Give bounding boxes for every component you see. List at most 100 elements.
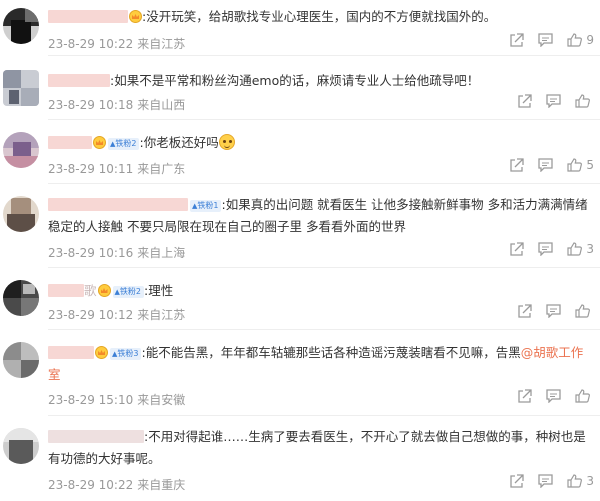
username-tail: 歌 bbox=[84, 283, 97, 298]
comment-text: :如果不是平常和粉丝沟通emo的话，麻烦请专业人士给他疏导吧！ bbox=[110, 73, 480, 88]
comment-item: :如果不是平常和粉丝沟通emo的话，麻烦请专业人士给他疏导吧！ 23-8-29 … bbox=[0, 56, 600, 120]
share-button[interactable] bbox=[509, 33, 525, 47]
fan-level-badge: ▲铁粉2 bbox=[108, 138, 140, 150]
like-count: 9 bbox=[586, 33, 594, 47]
avatar[interactable] bbox=[3, 280, 39, 316]
thumbs-up-icon bbox=[575, 389, 590, 403]
comment-icon bbox=[538, 242, 554, 256]
comment-meta: 23-8-29 10:22 来自江苏 bbox=[48, 35, 185, 52]
share-button[interactable] bbox=[517, 304, 532, 318]
comment-body: :不用对得起谁……生病了要去看医生，不开心了就去做自己想做的事，种树也是有功德的… bbox=[48, 426, 592, 470]
like-button[interactable] bbox=[575, 304, 594, 318]
comment-location: 来自江苏 bbox=[137, 37, 186, 51]
comment-date: 23-8-29 10:11 bbox=[48, 162, 134, 176]
comment-meta: 23-8-29 10:22 来自重庆 bbox=[48, 476, 185, 493]
share-button[interactable] bbox=[509, 474, 525, 488]
comment-meta: 23-8-29 10:12 来自江苏 bbox=[48, 306, 185, 323]
avatar[interactable] bbox=[3, 428, 39, 464]
reply-button[interactable] bbox=[546, 389, 561, 403]
username[interactable] bbox=[48, 10, 128, 23]
comment-date: 23-8-29 15:10 bbox=[48, 393, 134, 407]
comment-actions: 5 bbox=[495, 158, 594, 172]
share-icon bbox=[510, 33, 525, 47]
comment-actions: 9 bbox=[495, 33, 594, 47]
comment-body: ▲铁粉2:你老板还好吗 bbox=[48, 132, 592, 154]
comment-icon bbox=[538, 158, 554, 172]
like-button[interactable]: 3 bbox=[567, 474, 594, 488]
thumbs-up-icon bbox=[567, 474, 583, 488]
comment-icon bbox=[546, 304, 561, 318]
comment-actions bbox=[503, 389, 594, 403]
like-count: 3 bbox=[586, 242, 594, 256]
comment-location: 来自广东 bbox=[137, 162, 186, 176]
comment-meta: 23-8-29 10:11 来自广东 bbox=[48, 160, 185, 177]
username[interactable] bbox=[48, 284, 84, 297]
fan-level-badge: ▲铁粉3 bbox=[110, 348, 142, 360]
username[interactable] bbox=[48, 136, 92, 149]
comment-body: 歌 ▲铁粉2:理性 bbox=[48, 280, 592, 302]
reply-button[interactable] bbox=[546, 304, 561, 318]
share-button[interactable] bbox=[509, 158, 525, 172]
reply-button[interactable] bbox=[538, 474, 554, 488]
comment-meta: 23-8-29 10:18 来自山西 bbox=[48, 96, 185, 113]
smiley-emoji-icon bbox=[218, 134, 235, 150]
comment-date: 23-8-29 10:16 bbox=[48, 246, 134, 260]
comment-actions: 3 bbox=[495, 242, 594, 256]
comment-text: :没开玩笑，给胡歌找专业心理医生，国内的不方便就找国外的。 bbox=[142, 9, 497, 24]
avatar[interactable] bbox=[3, 132, 39, 168]
share-button[interactable] bbox=[517, 94, 532, 108]
comment-actions bbox=[503, 304, 594, 318]
thumbs-up-icon bbox=[575, 94, 590, 108]
avatar[interactable] bbox=[3, 342, 39, 378]
comment-body: :没开玩笑，给胡歌找专业心理医生，国内的不方便就找国外的。 bbox=[48, 6, 592, 28]
comment-location: 来自江苏 bbox=[137, 308, 186, 322]
comment-text: :理性 bbox=[144, 283, 174, 298]
thumbs-up-icon bbox=[567, 242, 583, 256]
comment-icon bbox=[546, 94, 561, 108]
reply-button[interactable] bbox=[538, 242, 554, 256]
username[interactable] bbox=[48, 430, 144, 443]
like-button[interactable]: 5 bbox=[567, 158, 594, 172]
share-icon bbox=[518, 94, 532, 108]
like-button[interactable] bbox=[575, 389, 594, 403]
share-button[interactable] bbox=[509, 242, 525, 256]
comment-item: ▲铁粉2:你老板还好吗 23-8-29 10:11 来自广东 5 bbox=[0, 120, 600, 184]
avatar[interactable] bbox=[3, 8, 39, 44]
fan-crown-icon bbox=[97, 284, 111, 297]
comment-body: ▲铁粉1:如果真的出问题 就看医生 让他多接触新鲜事物 多和活力满满情绪稳定的人… bbox=[48, 194, 592, 238]
comment-text: :能不能告黑，年年都车轱辘那些话各种造谣污蔑装瞎看不见嘛，告黑 bbox=[141, 345, 521, 360]
like-button[interactable]: 3 bbox=[567, 242, 594, 256]
comment-meta: 23-8-29 10:16 来自上海 bbox=[48, 244, 185, 261]
username[interactable] bbox=[48, 74, 110, 87]
fan-level-badge: ▲铁粉2 bbox=[112, 286, 144, 298]
comment-icon bbox=[538, 474, 554, 488]
comment-text: :你老板还好吗 bbox=[139, 135, 219, 150]
reply-button[interactable] bbox=[538, 33, 554, 47]
comment-item: :不用对得起谁……生病了要去看医生，不开心了就去做自己想做的事，种树也是有功德的… bbox=[0, 416, 600, 501]
comment-actions bbox=[503, 94, 594, 108]
like-count: 3 bbox=[586, 474, 594, 488]
share-icon bbox=[510, 474, 525, 488]
share-icon bbox=[510, 158, 525, 172]
share-icon bbox=[518, 389, 532, 403]
comment-location: 来自上海 bbox=[137, 246, 186, 260]
like-button[interactable] bbox=[575, 94, 594, 108]
comment-item: ▲铁粉1:如果真的出问题 就看医生 让他多接触新鲜事物 多和活力满满情绪稳定的人… bbox=[0, 184, 600, 268]
comment-date: 23-8-29 10:12 bbox=[48, 308, 134, 322]
reply-button[interactable] bbox=[546, 94, 561, 108]
thumbs-up-icon bbox=[567, 158, 583, 172]
reply-button[interactable] bbox=[538, 158, 554, 172]
avatar[interactable] bbox=[3, 70, 39, 106]
comment-body: ▲铁粉3:能不能告黑，年年都车轱辘那些话各种造谣污蔑装瞎看不见嘛，告黑@胡歌工作… bbox=[48, 342, 592, 386]
comment-location: 来自重庆 bbox=[137, 478, 186, 492]
comment-item: ▲铁粉3:能不能告黑，年年都车轱辘那些话各种造谣污蔑装瞎看不见嘛，告黑@胡歌工作… bbox=[0, 330, 600, 416]
username[interactable] bbox=[48, 346, 94, 359]
share-button[interactable] bbox=[517, 389, 532, 403]
comment-icon bbox=[546, 389, 561, 403]
comment-location: 来自安徽 bbox=[137, 393, 186, 407]
share-icon bbox=[510, 242, 525, 256]
like-button[interactable]: 9 bbox=[567, 33, 594, 47]
username[interactable] bbox=[48, 198, 188, 211]
avatar[interactable] bbox=[3, 196, 39, 232]
comment-body: :如果不是平常和粉丝沟通emo的话，麻烦请专业人士给他疏导吧！ bbox=[48, 70, 592, 92]
